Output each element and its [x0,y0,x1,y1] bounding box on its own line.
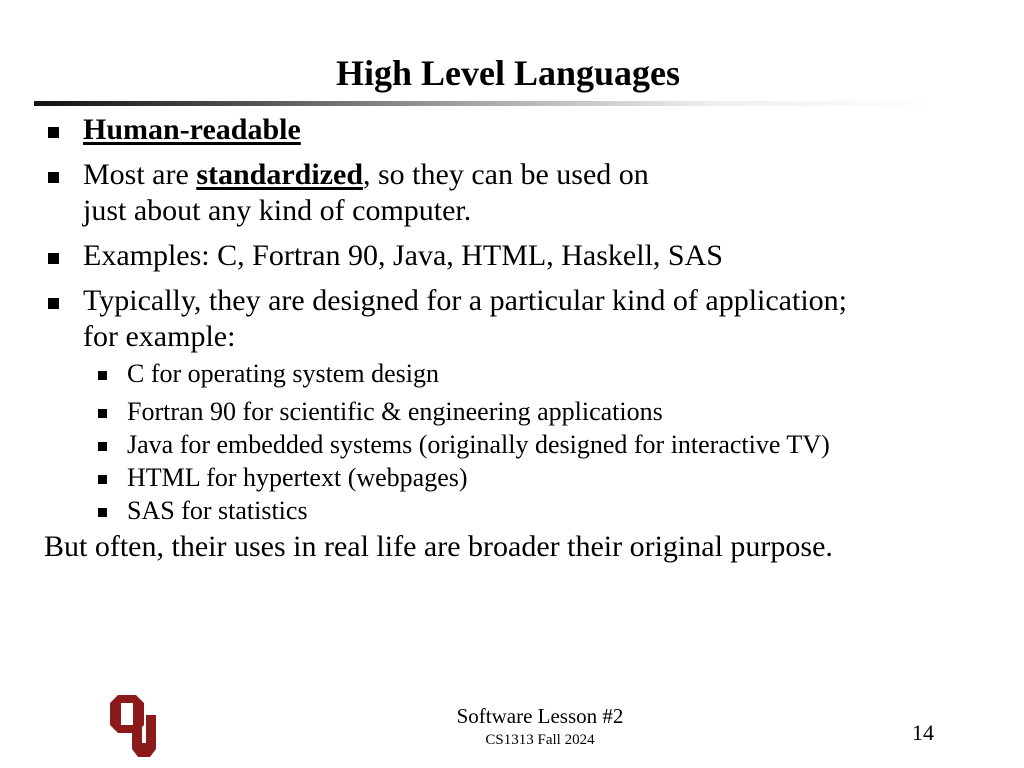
ou-logo-icon [110,695,156,757]
sub-bullet-text: Java for embedded systems (originally de… [127,430,830,459]
square-bullet-icon [48,298,59,309]
bullet-human-readable: Human-readable [44,112,1004,148]
square-bullet-icon [98,409,107,418]
sub-bullet: C for operating system design [44,359,1004,389]
square-bullet-icon [98,475,107,484]
sub-bullet: SAS for statistics [44,496,1004,526]
sub-bullet: HTML for hypertext (webpages) [44,463,1004,493]
bullet-text-line1: Typically, they are designed for a parti… [83,284,848,317]
slide-footer: Software Lesson #2 CS1313 Fall 2024 [380,703,700,751]
bullet-standardized: Most are standardized, so they can be us… [44,157,1004,229]
slide-title: High Level Languages [335,53,681,93]
bullet-text-line2: for example: [83,320,236,353]
square-bullet-icon [48,127,59,138]
bullet-text-bold: standardized [196,158,363,191]
bullet-text-post: , so they can be used on [363,158,649,191]
bullet-text: Examples: C, Fortran 90, Java, HTML, Has… [83,239,723,272]
footer-course: CS1313 Fall 2024 [485,732,595,748]
square-bullet-icon [98,371,107,380]
bullet-typically: Typically, they are designed for a parti… [44,283,1004,355]
bullet-text: Human-readable [83,113,301,146]
square-bullet-icon [48,172,59,183]
bullet-text-pre: Most are [83,158,197,191]
slide-body: Human-readable Most are standardized, so… [44,112,1004,565]
page-number: 14 [912,720,934,745]
sub-bullet-text: SAS for statistics [127,496,308,525]
sub-bullet-text: HTML for hypertext (webpages) [127,463,468,492]
square-bullet-icon [98,442,107,451]
title-divider [34,101,934,106]
sub-bullet-text: C for operating system design [127,359,439,388]
footer-lesson: Software Lesson #2 [456,704,624,728]
sub-bullet-text: Fortran 90 for scientific & engineering … [127,397,663,426]
square-bullet-icon [98,508,107,517]
bullet-text-line2: just about any kind of computer. [83,194,472,227]
square-bullet-icon [48,253,59,264]
sub-bullet: Java for embedded systems (originally de… [44,430,1004,460]
bullet-examples: Examples: C, Fortran 90, Java, HTML, Has… [44,238,1004,274]
closing-text: But often, their uses in real life are b… [44,530,833,563]
sub-bullet: Fortran 90 for scientific & engineering … [44,397,1004,427]
